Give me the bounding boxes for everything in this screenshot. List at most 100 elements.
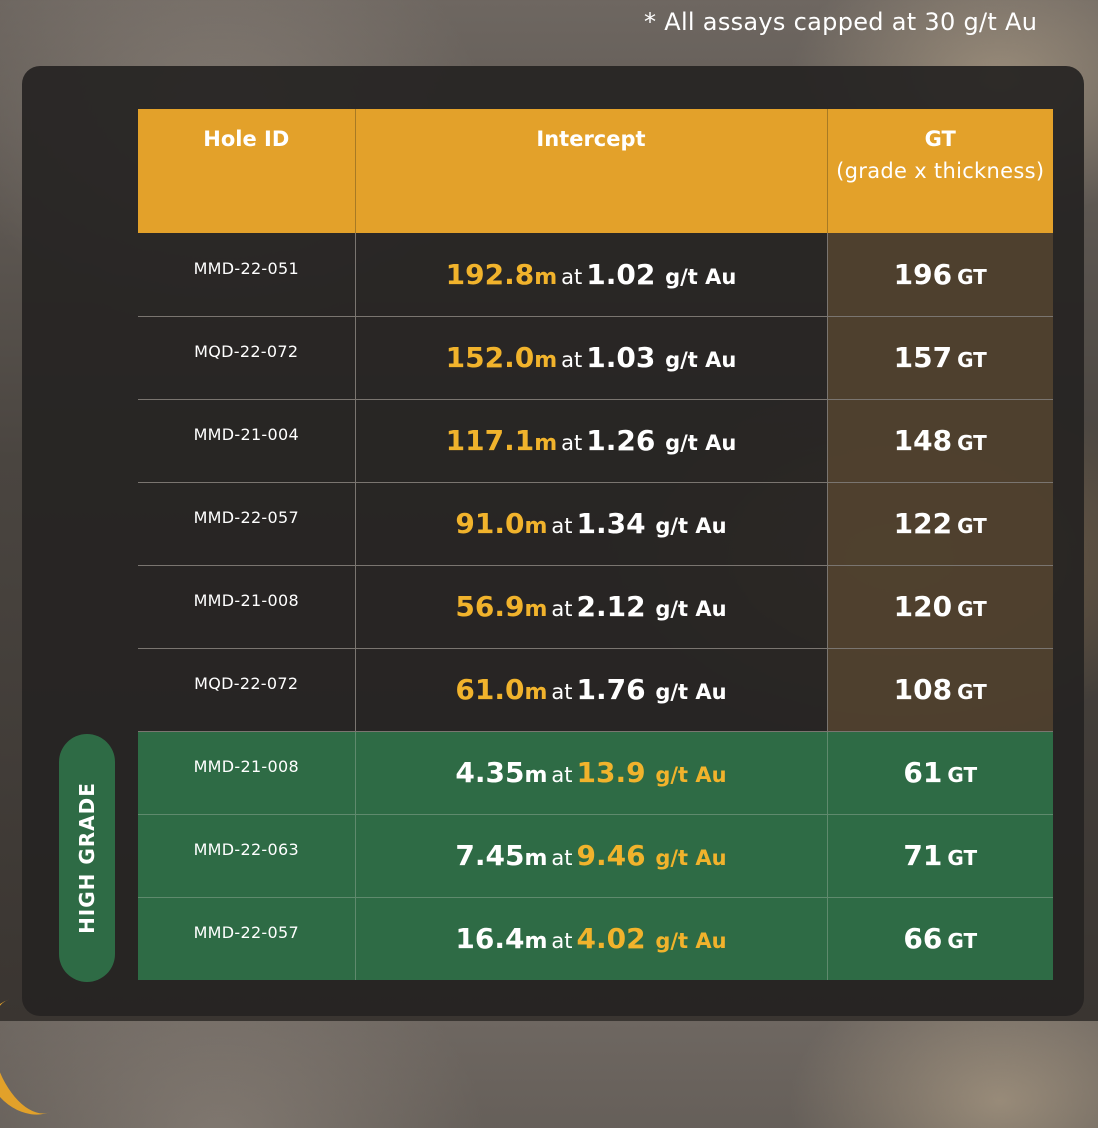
gt-value: 61 [903,756,943,789]
hole-id: MQD-22-072 [194,674,299,693]
decorative-arc [0,983,94,1128]
intercept-length: 91.0 [455,507,525,540]
length-unit: m [534,348,558,373]
intercept-cell: 7.45m at 9.46 g/t Au [355,814,828,898]
hole-id-cell: MMD-22-063 [138,814,356,898]
table-row: MMD-22-063 7.45m at 9.46 g/t Au 71 GT [138,814,1053,898]
gt-cell: 122 GT [827,482,1053,566]
gt-value: 157 [893,341,953,374]
table-row: MMD-21-004 117.1m at 1.26 g/t Au 148 GT [138,399,1053,483]
gt-unit: GT [957,431,987,455]
hole-id-cell: MMD-21-008 [138,731,356,815]
gt-unit: GT [947,763,978,787]
hole-id: MMD-22-057 [193,508,299,527]
intercept-grade: 9.46 [576,839,646,872]
intercept-cell: 152.0m at 1.03 g/t Au [355,316,828,400]
at-word: at [561,264,583,289]
intercept-length: 56.9 [455,590,525,623]
grade-unit: g/t Au [665,431,737,455]
at-word: at [561,431,583,455]
grade-unit: g/t Au [655,846,727,870]
hole-id-cell: MQD-22-072 [138,648,356,732]
intercept-length: 4.35 [455,756,525,789]
hole-id: MMD-22-063 [193,840,299,859]
header-intercept: Intercept [355,109,828,233]
gt-unit: GT [957,264,987,289]
length-unit: m [524,680,548,705]
intercept-length: 192.8 [445,257,535,291]
at-word: at [551,514,573,538]
grade-unit: g/t Au [655,763,727,787]
gt-value: 66 [903,922,943,956]
grade-unit: g/t Au [655,680,727,704]
intercept-length: 16.4 [455,922,525,956]
hole-id-cell: MMD-22-051 [138,233,356,317]
gt-unit: GT [947,846,978,870]
intercept-length: 61.0 [455,673,525,706]
intercept-grade: 1.03 [586,341,656,374]
gt-unit: GT [957,680,987,704]
gt-unit: GT [957,597,987,621]
high-grade-label: HIGH GRADE [75,782,99,934]
intercept-cell: 91.0m at 1.34 g/t Au [355,482,828,566]
at-word: at [551,597,573,621]
intercept-cell: 61.0m at 1.76 g/t Au [355,648,828,732]
header-gt: GT (grade x thickness) [827,109,1053,233]
hole-id: MMD-22-051 [193,258,299,278]
intercept-grade: 1.02 [586,257,656,291]
header-gt-label: GT [924,127,956,151]
header-hole-id: Hole ID [138,109,356,233]
header-gt-subtitle: (grade x thickness) [836,159,1045,183]
grade-unit: g/t Au [665,264,737,289]
gt-cell: 196 GT [827,233,1053,317]
at-word: at [551,680,573,704]
hole-id-cell: MMD-22-057 [138,482,356,566]
table-row: MMD-21-008 4.35m at 13.9 g/t Au 61 GT [138,731,1053,815]
length-unit: m [524,763,548,788]
gt-cell: 71 GT [827,814,1053,898]
intercept-cell: 56.9m at 2.12 g/t Au [355,565,828,649]
table-header-row: Hole ID Intercept GT (grade x thickness) [138,109,1053,233]
length-unit: m [534,264,558,290]
intercept-grade: 4.02 [576,922,646,956]
length-unit: m [534,431,558,456]
gt-unit: GT [957,514,987,538]
grade-unit: g/t Au [665,348,737,372]
grade-unit: g/t Au [655,929,727,954]
length-unit: m [524,929,548,955]
gt-value: 120 [893,590,953,623]
length-unit: m [524,597,548,622]
intercept-grade: 1.26 [586,424,656,457]
gt-cell: 108 GT [827,648,1053,732]
drill-results-table: Hole ID Intercept GT (grade x thickness)… [138,109,1053,980]
gt-value: 196 [893,257,953,291]
at-word: at [551,846,573,870]
table-row: MMD-22-051 192.8m at 1.02 g/t Au 196 GT [138,233,1053,317]
table-row: MMD-21-008 56.9m at 2.12 g/t Au 120 GT [138,565,1053,649]
gt-unit: GT [947,929,978,954]
gt-cell: 66 GT [827,897,1053,980]
hole-id: MMD-21-008 [193,591,299,610]
hole-id: MQD-22-072 [194,342,299,361]
gt-value: 148 [893,424,953,457]
gt-cell: 61 GT [827,731,1053,815]
intercept-cell: 4.35m at 13.9 g/t Au [355,731,828,815]
length-unit: m [524,846,548,871]
hole-id-cell: MMD-21-004 [138,399,356,483]
gt-value: 122 [893,507,953,540]
table-body: MMD-22-051 192.8m at 1.02 g/t Au 196 GT MQD-22… [138,233,1053,980]
intercept-cell: 16.4m at 4.02 g/t Au [355,897,828,980]
intercept-cell: 117.1m at 1.26 g/t Au [355,399,828,483]
hole-id: MMD-21-004 [193,425,299,444]
table-row: MMD-22-057 16.4m at 4.02 g/t Au 66 GT [138,897,1053,980]
at-word: at [551,763,573,787]
intercept-length: 152.0 [445,341,535,374]
gt-cell: 120 GT [827,565,1053,649]
hole-id-cell: MMD-21-008 [138,565,356,649]
table-row: MQD-22-072 61.0m at 1.76 g/t Au 108 GT [138,648,1053,732]
intercept-length: 117.1 [445,424,535,457]
at-word: at [561,348,583,372]
intercept-grade: 13.9 [576,756,646,789]
intercept-cell: 192.8m at 1.02 g/t Au [355,233,828,317]
hole-id: MMD-21-008 [193,757,299,776]
